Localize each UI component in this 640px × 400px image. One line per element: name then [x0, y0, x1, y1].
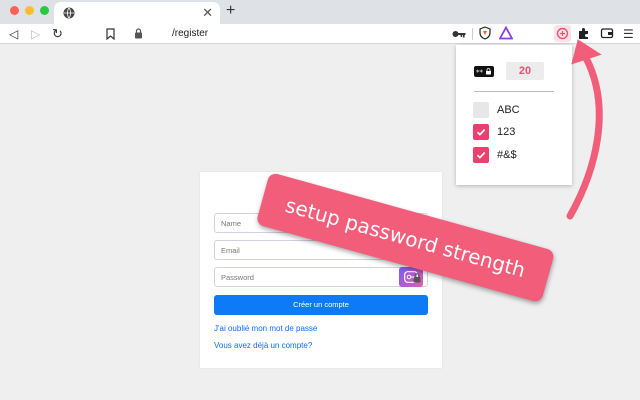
- popup-divider: [474, 91, 554, 92]
- address-bar[interactable]: /register: [100, 25, 468, 43]
- digits-checkbox[interactable]: [473, 124, 489, 140]
- uppercase-label: ABC: [497, 104, 520, 116]
- minimize-window-button[interactable]: [25, 6, 34, 15]
- forward-icon[interactable]: ▷: [31, 26, 40, 42]
- lock-icon: [135, 28, 142, 39]
- tab-strip: ✕ +: [0, 0, 640, 24]
- wallet-icon[interactable]: [600, 26, 614, 40]
- svg-text:**: **: [476, 69, 484, 76]
- name-placeholder: Name: [221, 219, 242, 228]
- menu-icon[interactable]: ☰: [623, 26, 634, 42]
- create-account-button[interactable]: Créer un compte: [214, 295, 428, 315]
- reload-icon[interactable]: ↻: [52, 26, 63, 42]
- browser-tab[interactable]: ✕: [54, 2, 220, 24]
- uppercase-checkbox[interactable]: [473, 102, 489, 118]
- password-input[interactable]: Password: [214, 267, 428, 287]
- puzzle-icon[interactable]: [577, 26, 591, 40]
- password-dots-icon: **: [474, 66, 494, 77]
- back-icon[interactable]: ◁: [9, 26, 18, 42]
- new-tab-button[interactable]: +: [226, 3, 235, 19]
- password-extension-icon: [556, 27, 569, 40]
- password-length-input[interactable]: 20: [506, 62, 544, 80]
- url-text: /register: [172, 28, 209, 39]
- brave-shield-icon[interactable]: [478, 26, 492, 40]
- password-strength-popup: ** 20 ABC 123 #&$: [456, 45, 572, 185]
- symbols-label: #&$: [497, 149, 517, 161]
- password-extension-button[interactable]: [554, 25, 571, 42]
- email-placeholder: Email: [221, 246, 240, 255]
- toolbar-separator: [472, 28, 473, 40]
- padlock-icon: [413, 273, 421, 283]
- bookmark-icon[interactable]: [106, 28, 115, 40]
- digits-label: 123: [497, 126, 516, 138]
- password-placeholder: Password: [221, 273, 254, 282]
- browser-toolbar: ◁ ▷ ↻ /register ☰: [0, 24, 640, 44]
- checkmark-icon: [476, 151, 486, 159]
- checkmark-icon: [476, 128, 486, 136]
- brave-rewards-icon[interactable]: [499, 26, 513, 40]
- key-icon[interactable]: [452, 29, 466, 39]
- maximize-window-button[interactable]: [40, 6, 49, 15]
- close-window-button[interactable]: [10, 6, 19, 15]
- login-link[interactable]: Vous avez déjà un compte?: [214, 341, 312, 351]
- globe-icon: [63, 7, 75, 19]
- forgot-password-link[interactable]: J'ai oublié mon mot de passe: [214, 324, 317, 334]
- symbols-checkbox[interactable]: [473, 147, 489, 163]
- close-tab-icon[interactable]: ✕: [202, 5, 213, 21]
